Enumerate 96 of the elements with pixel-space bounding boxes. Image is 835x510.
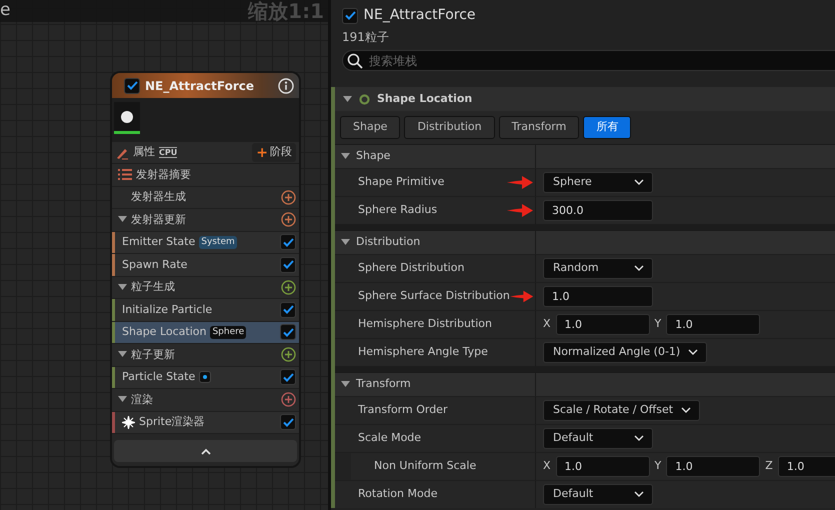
- dropdown[interactable]: Scale / Rotate / Offset: [543, 400, 700, 420]
- filter-tab[interactable]: Distribution: [404, 116, 495, 138]
- add-module-icon[interactable]: [281, 280, 296, 295]
- info-icon[interactable]: [278, 78, 294, 94]
- stage-label[interactable]: 渲染: [131, 392, 153, 408]
- dropdown[interactable]: Normalized Angle (0-1): [543, 342, 708, 362]
- chevron-up-icon: [200, 448, 210, 454]
- property-label: Rotation Mode: [358, 486, 438, 502]
- axis-label: Z: [765, 458, 773, 474]
- chevron-down-icon: [634, 179, 644, 185]
- chevron-down-icon: [688, 349, 698, 355]
- add-stage-button[interactable]: +阶段: [252, 143, 296, 162]
- property-label: Scale Mode: [358, 430, 422, 446]
- number-field[interactable]: 1.0: [778, 456, 835, 476]
- checkbox[interactable]: [280, 414, 296, 430]
- chevron-down-icon: [634, 435, 644, 441]
- filter-tab[interactable]: 所有: [583, 116, 632, 138]
- property-label: Shape Primitive: [358, 174, 444, 190]
- property-label: Hemisphere Angle Type: [358, 344, 488, 360]
- properties-label[interactable]: 属性: [133, 144, 155, 161]
- stage-label[interactable]: 发射器摘要: [136, 166, 191, 183]
- number-field[interactable]: 1.0: [543, 286, 653, 306]
- filter-tab[interactable]: Shape: [340, 116, 400, 138]
- add-module-icon[interactable]: [281, 347, 296, 362]
- checkbox[interactable]: [342, 8, 358, 24]
- collapse-triangle-icon[interactable]: [118, 351, 127, 358]
- module-tag: System: [199, 236, 237, 249]
- module-row[interactable]: Sprite渲染器: [112, 412, 299, 434]
- module-row[interactable]: Emitter State System: [112, 232, 299, 254]
- collapse-triangle-icon[interactable]: [118, 396, 127, 404]
- stage-label[interactable]: 粒子更新: [131, 346, 175, 363]
- collapse-triangle-icon[interactable]: [343, 96, 352, 102]
- search-icon: [347, 53, 363, 69]
- property-label: Sphere Distribution: [358, 260, 464, 276]
- chevron-down-icon: [681, 407, 692, 413]
- checkbox[interactable]: [280, 369, 296, 386]
- sphere-icon: [120, 110, 134, 124]
- axis-label: Y: [654, 316, 662, 332]
- dropdown[interactable]: Default: [543, 428, 653, 448]
- add-module-icon[interactable]: [281, 190, 296, 205]
- module-label: Spawn Rate: [122, 256, 188, 272]
- add-module-icon[interactable]: [281, 212, 296, 228]
- number-field[interactable]: 1.0: [556, 456, 650, 476]
- number-field[interactable]: 1.0: [666, 314, 760, 334]
- checkbox[interactable]: [124, 78, 140, 94]
- chevron-down-icon: [634, 491, 644, 497]
- module-label: Shape Location: [122, 324, 206, 340]
- collapse-triangle-icon[interactable]: [341, 152, 350, 160]
- checkbox[interactable]: [280, 256, 296, 273]
- property-label: Sphere Surface Distribution: [358, 288, 510, 304]
- cpu-label: CPU: [159, 147, 178, 158]
- number-field[interactable]: 1.0: [556, 314, 650, 334]
- stage-label[interactable]: 粒子生成: [131, 279, 175, 296]
- list-icon: [118, 169, 132, 180]
- dropdown[interactable]: Random: [543, 258, 653, 278]
- module-tag: Sphere: [210, 326, 246, 339]
- property-label: Hemisphere Distribution: [358, 316, 492, 332]
- module-header[interactable]: Shape Location: [335, 87, 835, 111]
- checkbox[interactable]: [280, 324, 296, 340]
- collapse-triangle-icon[interactable]: [341, 238, 350, 246]
- property-label: Transform Order: [358, 402, 448, 418]
- filter-tab[interactable]: Transform: [498, 116, 580, 138]
- axis-label: Y: [654, 458, 662, 474]
- emitter-node[interactable]: NE_AttractForce 属性 CPU +阶段 发射器摘要 发射器生成 发射器更新 Emitter State System Spawn Rate 粒子生成 Initialize Particle Shape Location Sphere 粒子更新 Particle State 渲染 Sprite渲染器: [112, 73, 299, 466]
- stage-label[interactable]: 发射器生成: [131, 189, 186, 206]
- module-row[interactable]: Particle State: [112, 366, 299, 389]
- collapse-triangle-icon[interactable]: [341, 380, 350, 388]
- module-label: Initialize Particle: [122, 302, 212, 318]
- dropdown[interactable]: Sphere: [543, 172, 653, 192]
- module-row[interactable]: Shape Location Sphere: [112, 322, 299, 344]
- property-label: Non Uniform Scale: [374, 458, 476, 474]
- stage-label[interactable]: 发射器更新: [131, 212, 186, 228]
- collapse-triangle-icon[interactable]: [118, 284, 127, 291]
- chevron-down-icon: [634, 265, 644, 271]
- module-label: Particle State: [122, 369, 196, 385]
- dropdown[interactable]: Default: [543, 484, 653, 504]
- module-label: Sprite渲染器: [139, 414, 205, 430]
- add-module-icon[interactable]: [281, 392, 296, 408]
- node-title: NE_AttractForce: [145, 78, 255, 94]
- module-row[interactable]: Initialize Particle: [112, 299, 299, 322]
- axis-label: X: [543, 316, 551, 332]
- graph-title: e: [0, 0, 10, 22]
- checkbox[interactable]: [280, 302, 296, 318]
- sparkle-icon: [122, 416, 135, 429]
- search-field[interactable]: 搜索堆栈: [342, 50, 835, 71]
- emitter-title: NE_AttractForce: [364, 6, 476, 25]
- checkbox[interactable]: [280, 234, 296, 250]
- collapse-triangle-icon[interactable]: [118, 216, 127, 224]
- number-field[interactable]: 1.0: [666, 456, 760, 476]
- ring-icon: [359, 94, 370, 104]
- number-field[interactable]: 300.0: [543, 200, 653, 220]
- module-row[interactable]: Spawn Rate: [112, 254, 299, 276]
- module-label: Emitter State: [122, 234, 196, 250]
- axis-label: X: [543, 458, 551, 474]
- property-label: Sphere Radius: [358, 202, 438, 218]
- particle-count: 191粒子: [341, 29, 390, 46]
